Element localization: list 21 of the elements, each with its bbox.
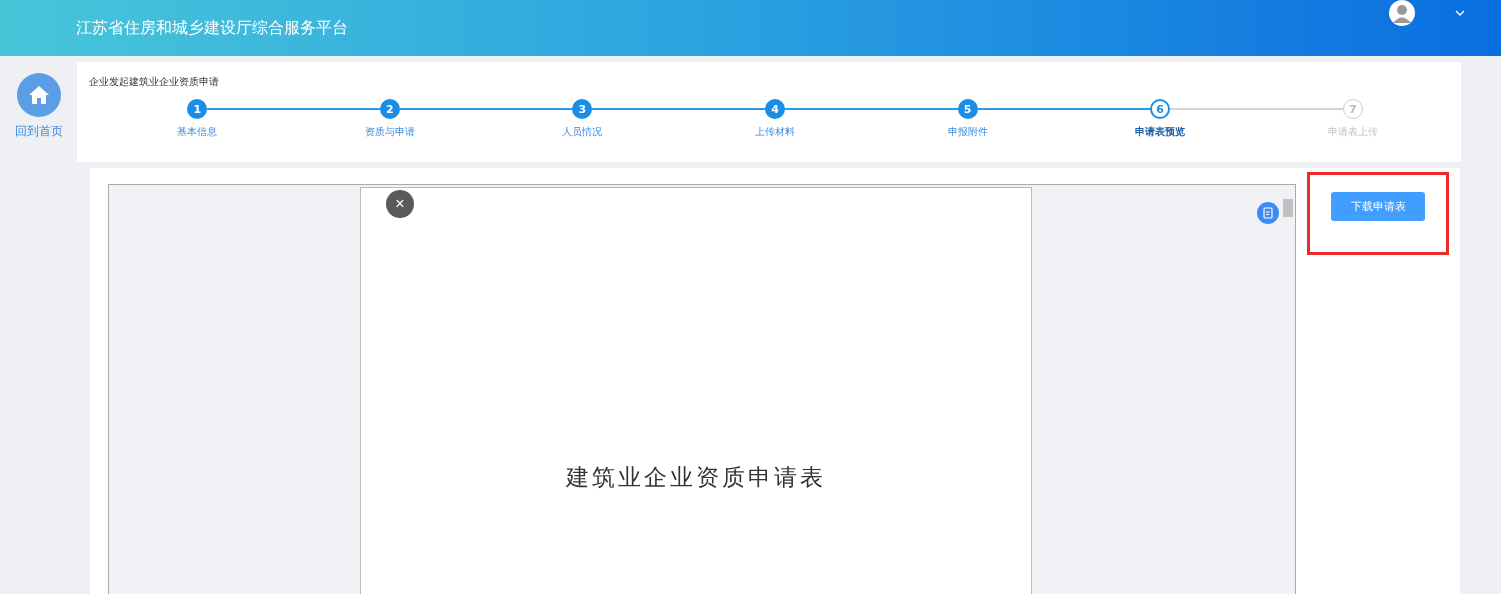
step-label: 上传材料: [755, 125, 795, 139]
close-button[interactable]: ×: [386, 190, 414, 218]
step-number: 1: [187, 99, 208, 119]
step-label: 人员情况: [562, 125, 603, 139]
wizard-title: 企业发起建筑业企业资质申请: [89, 75, 220, 89]
document-title: 建筑业企业资质申请表: [565, 463, 827, 492]
step-number: 2: [379, 99, 400, 119]
step-number: 5: [957, 99, 978, 119]
step-number: 4: [765, 99, 785, 119]
caret-icon[interactable]: [1455, 10, 1465, 16]
step-label: 申报附件: [947, 125, 988, 139]
platform-title: 江苏省住房和城乡建设厅综合服务平台: [76, 17, 348, 39]
step-label: 申请表预览: [1135, 125, 1186, 139]
step-number: 7: [1342, 99, 1363, 119]
user-avatar-icon[interactable]: [1389, 0, 1415, 26]
step-label: 基本信息: [177, 125, 218, 139]
step-number: 6: [1150, 99, 1171, 119]
step-label: 资质与申请: [364, 125, 415, 139]
step-number: 3: [572, 99, 593, 119]
document-icon[interactable]: [1257, 202, 1279, 224]
download-button[interactable]: 下载申请表: [1331, 192, 1425, 221]
